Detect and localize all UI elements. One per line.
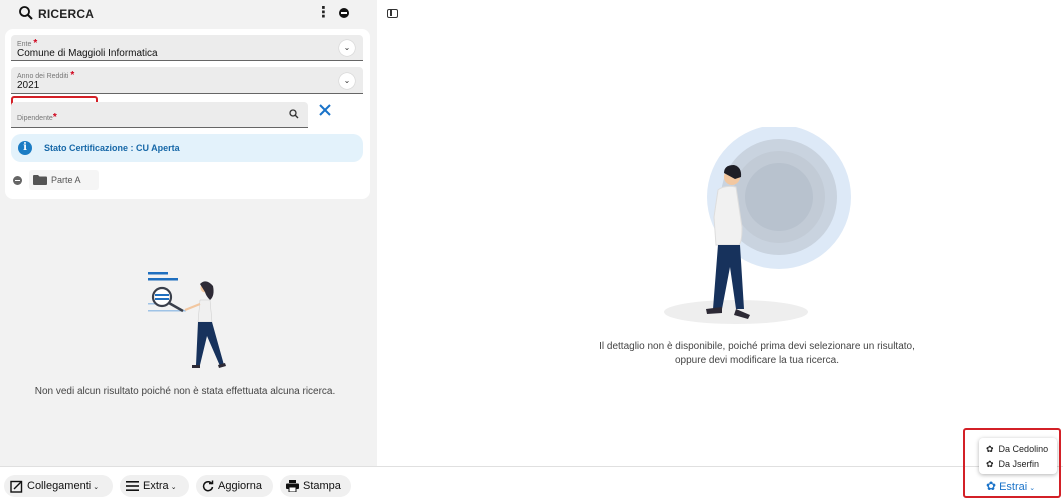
tree-node-label: Parte A	[51, 175, 81, 185]
chevron-down-icon: ⌄	[93, 484, 100, 491]
anno-label: Anno dei Redditi	[17, 73, 69, 80]
collapse-panel-icon[interactable]	[339, 8, 349, 18]
status-banner: i Stato Certificazione : CU Aperta	[11, 134, 363, 162]
required-mark: *	[70, 70, 75, 81]
menu-icon	[126, 481, 139, 492]
search-form-card: Ente * Comune di Maggioli Informatica ⌄ …	[5, 29, 370, 199]
extra-button[interactable]: Extra ⌄	[120, 475, 189, 497]
chevron-down-icon[interactable]: ⌄	[339, 73, 355, 89]
chevron-down-icon[interactable]: ⌄	[339, 40, 355, 56]
info-icon: i	[18, 141, 32, 155]
no-detail-message: Il dettaglio non è disponibile, poiché p…	[540, 340, 974, 368]
anno-value: 2021	[17, 80, 40, 91]
collapse-node-icon[interactable]	[13, 176, 22, 185]
collegamenti-button[interactable]: Collegamenti ⌄	[4, 475, 113, 497]
dipendente-label: Dipendente	[17, 115, 53, 122]
search-title: RICERCA	[38, 7, 95, 21]
stampa-button[interactable]: Stampa	[280, 475, 351, 497]
search-icon	[19, 6, 33, 20]
aggiorna-button[interactable]: Aggiorna	[196, 475, 273, 497]
ente-value: Comune di Maggioli Informatica	[17, 48, 158, 59]
search-panel: RICERCA ⋮ Ente * Comune di Maggioli Info…	[0, 0, 377, 466]
external-link-icon	[10, 480, 23, 493]
toggle-sidebar-icon[interactable]	[387, 9, 398, 18]
tree-node-parte-a[interactable]: Parte A	[29, 170, 99, 190]
search-header: RICERCA ⋮	[0, 0, 377, 28]
chevron-down-icon: ⌄	[170, 484, 177, 491]
more-options-icon[interactable]: ⋮	[316, 4, 331, 22]
toolbar-divider	[0, 466, 1063, 467]
ente-label: Ente	[17, 41, 32, 48]
required-mark: *	[52, 112, 57, 123]
no-detail-illustration	[664, 127, 851, 324]
extra-label: Extra	[143, 480, 169, 492]
no-results-message: Non vedi alcun risultato poiché non è st…	[34, 386, 336, 397]
anno-redditi-field[interactable]: Anno dei Redditi * 2021 ⌄	[11, 67, 363, 94]
empty-search-illustration	[148, 272, 226, 368]
ente-field[interactable]: Ente * Comune di Maggioli Informatica ⌄	[11, 35, 363, 61]
collegamenti-label: Collegamenti	[27, 480, 92, 492]
folder-icon	[33, 175, 47, 185]
no-detail-line-1: Il dettaglio non è disponibile, poiché p…	[599, 341, 915, 352]
no-detail-line-2: oppure devi modificare la tua ricerca.	[675, 355, 839, 366]
print-icon	[286, 480, 299, 493]
dipendente-field[interactable]: Dipendente*	[11, 102, 308, 128]
aggiorna-label: Aggiorna	[218, 480, 263, 492]
estrai-highlight-box	[963, 428, 1061, 498]
refresh-icon	[202, 480, 214, 492]
status-text: Stato Certificazione : CU Aperta	[44, 143, 180, 153]
close-icon[interactable]	[317, 102, 333, 118]
stampa-label: Stampa	[303, 480, 341, 492]
search-icon[interactable]	[286, 106, 302, 122]
